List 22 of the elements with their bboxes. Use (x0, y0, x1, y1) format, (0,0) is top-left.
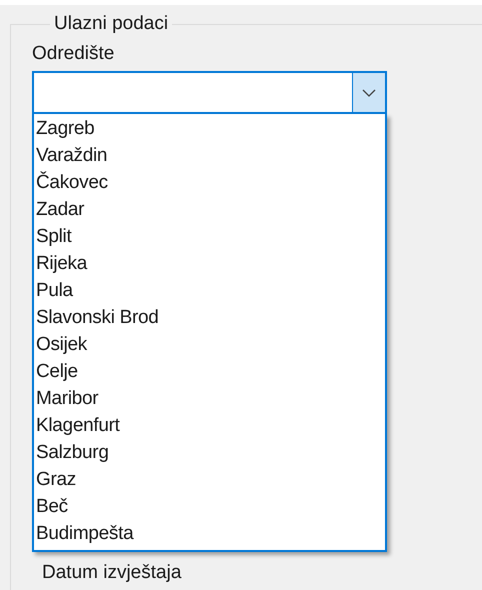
dropdown-button[interactable] (352, 73, 385, 112)
dropdown-option[interactable]: Osijek (34, 331, 385, 358)
dropdown-option[interactable]: Celje (34, 358, 385, 385)
field-label: Datum izvještaja (42, 562, 182, 584)
group-title: Ulazni podaci (53, 13, 170, 35)
dropdown-option[interactable]: Maribor (34, 385, 385, 412)
dropdown-option[interactable]: Beč (34, 493, 385, 520)
dropdown-option[interactable]: Salzburg (34, 439, 385, 466)
dropdown-option[interactable]: Graz (34, 466, 385, 493)
destination-combobox[interactable] (32, 71, 387, 114)
dropdown-option[interactable]: Slavonski Brod (34, 304, 385, 331)
dropdown-option[interactable]: Budimpešta (34, 520, 385, 547)
dropdown-option[interactable]: Pula (34, 277, 385, 304)
chevron-down-icon (362, 88, 376, 96)
dropdown-option[interactable]: Rijeka (34, 250, 385, 277)
dropdown-option[interactable]: Čakovec (34, 169, 385, 196)
field-label: Odredište (32, 42, 114, 66)
dropdown-option[interactable]: Zagreb (34, 115, 385, 142)
dropdown-option[interactable]: Zadar (34, 196, 385, 223)
dropdown-option[interactable]: Split (34, 223, 385, 250)
dropdown-option[interactable]: Varaždin (34, 142, 385, 169)
dropdown-option[interactable]: Klagenfurt (34, 412, 385, 439)
